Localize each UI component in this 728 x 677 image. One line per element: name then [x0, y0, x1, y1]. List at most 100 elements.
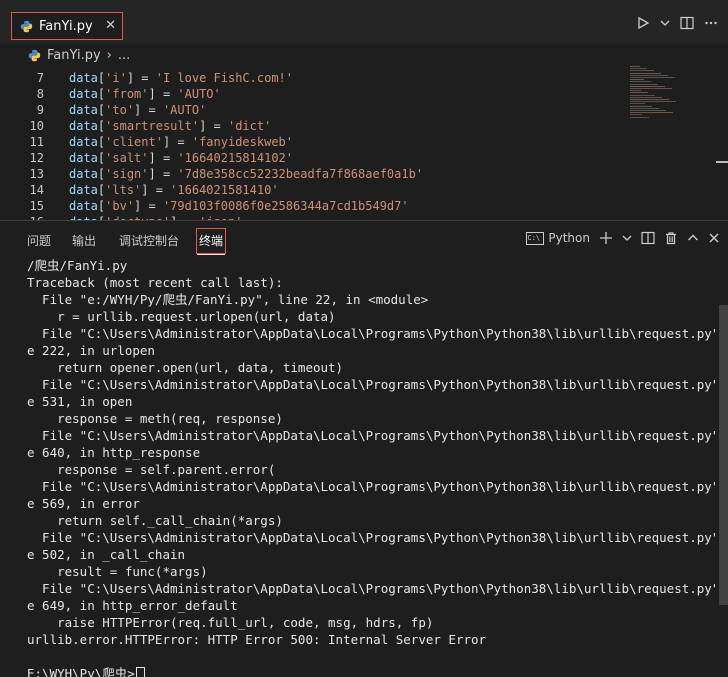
minimap-line: [630, 105, 652, 107]
terminal-scrollbar[interactable]: [719, 305, 728, 605]
line-number: 9: [36, 103, 44, 117]
code-line[interactable]: 8 data['from'] = 'AUTO': [0, 86, 221, 102]
shell-label: Python: [548, 231, 590, 245]
more-icon[interactable]: [704, 16, 718, 30]
code-assign: ] =: [162, 135, 192, 149]
code-assign: ] =: [148, 151, 178, 165]
code-var: data: [69, 87, 98, 101]
chevron-up-icon[interactable]: [687, 232, 699, 244]
minimap-line: [630, 92, 648, 94]
terminal-line: urllib.error.HTTPError: HTTP Error 500: …: [27, 632, 487, 647]
terminal-line: e 569, in error: [27, 496, 140, 511]
terminal-line: e 531, in open: [27, 394, 133, 409]
code-bracket-open: [: [97, 71, 106, 85]
minimap-line: [630, 83, 658, 85]
code-bracket-open: [: [97, 199, 106, 213]
terminal-line: File "C:\Users\Administrator\AppData\Loc…: [27, 581, 716, 596]
line-number: 7: [36, 71, 44, 85]
terminal-line: response = self.parent.error(: [27, 462, 276, 477]
code-bracket-open: [: [97, 103, 106, 117]
terminal-prompt: E:\WYH\Py\爬虫>: [27, 666, 135, 677]
code-key: 'lts': [105, 183, 142, 197]
terminal-line: File "e:/WYH/Py/爬虫/FanYi.py", line 22, i…: [27, 292, 429, 307]
minimap-line: [630, 90, 641, 92]
tab-terminal[interactable]: 终端: [196, 228, 227, 255]
split-terminal-icon[interactable]: [641, 231, 655, 245]
trash-icon[interactable]: [664, 231, 678, 245]
code-editor[interactable]: 7 data['i'] = 'I love FishC.com!' 8 data['f…: [0, 66, 728, 220]
tab-problems[interactable]: 问题: [27, 231, 51, 251]
split-editor-icon[interactable]: [680, 16, 694, 30]
terminal-output[interactable]: /爬虫/FanYi.py Traceback (most recent call …: [0, 257, 716, 677]
terminal-line: return opener.open(url, data, timeout): [27, 360, 344, 375]
minimap-line: [630, 72, 661, 74]
minimap-line: [630, 112, 673, 114]
chevron-down-icon[interactable]: [660, 18, 670, 28]
editor-tab-fanyi[interactable]: FanYi.py ✕: [11, 12, 123, 40]
line-number: 11: [29, 135, 44, 149]
editor-scrollbar-marker[interactable]: [716, 161, 728, 163]
terminal-shell-selector[interactable]: C:\ Python: [526, 231, 590, 245]
terminal-prompt-line[interactable]: E:\WYH\Py\爬虫>: [27, 665, 716, 677]
code-line[interactable]: 10 data['smartresult'] = 'dict': [0, 118, 272, 134]
code-line[interactable]: 15 data['bv'] = '79d103f0086f0e2586344a7c…: [0, 198, 409, 214]
code-value: '16640215814102': [177, 151, 293, 165]
code-assign: ] =: [148, 87, 178, 101]
terminal-line: r = urllib.request.urlopen(url, data): [27, 309, 336, 324]
run-icon[interactable]: [636, 16, 650, 30]
minimap-line: [630, 70, 654, 72]
terminal-line: /爬虫/FanYi.py: [27, 258, 128, 273]
tab-output[interactable]: 输出: [72, 231, 96, 251]
minimap-line: [630, 66, 640, 67]
line-number: 15: [29, 199, 44, 213]
minimap-line: [630, 114, 642, 116]
minimap-line: [630, 107, 659, 109]
line-number: 14: [29, 183, 44, 197]
terminal-line: e 222, in urlopen: [27, 343, 155, 358]
chevron-down-icon[interactable]: [622, 233, 632, 243]
terminal-line: File "C:\Users\Administrator\AppData\Loc…: [27, 377, 716, 392]
terminal-icon: C:\: [526, 231, 545, 245]
code-assign: ] =: [126, 71, 156, 85]
breadcrumb-file[interactable]: FanYi.py: [47, 48, 101, 63]
code-line[interactable]: 12 data['salt'] = '16640215814102': [0, 150, 293, 166]
code-key: 'i': [105, 71, 127, 85]
code-line[interactable]: 9 data['to'] = 'AUTO': [0, 102, 207, 118]
line-number: 13: [29, 167, 44, 181]
minimap-line: [630, 81, 651, 83]
tab-debug-console[interactable]: 调试控制台: [119, 231, 179, 251]
code-var: data: [69, 199, 98, 213]
code-line[interactable]: 13 data['sign'] = '7d8e358cc52232beadfa7f…: [0, 166, 424, 182]
code-line[interactable]: 7 data['i'] = 'I love FishC.com!': [0, 70, 293, 86]
code-line[interactable]: 14 data['lts'] = '1664021581410': [0, 182, 279, 198]
code-key: 'bv': [105, 199, 135, 213]
minimap-line: [630, 101, 676, 103]
terminal-line: e 640, in http_response: [27, 445, 201, 460]
close-tab-icon[interactable]: ✕: [105, 18, 116, 33]
terminal-line: raise HTTPError(req.full_url, code, msg,…: [27, 615, 434, 630]
code-var: data: [69, 71, 98, 85]
line-number: 8: [36, 87, 44, 101]
line-number: 10: [29, 119, 44, 133]
code-bracket-open: [: [97, 119, 106, 133]
code-value: '79d103f0086f0e2586344a7cd1b549d7': [162, 199, 409, 213]
code-var: data: [69, 151, 98, 165]
code-line[interactable]: 11 data['client'] = 'fanyideskweb': [0, 134, 293, 150]
minimap-line: [630, 68, 647, 70]
code-value: 'I love FishC.com!': [155, 71, 294, 85]
terminal-line: File "C:\Users\Administrator\AppData\Loc…: [27, 530, 716, 545]
code-value: 'fanyideskweb': [191, 135, 293, 149]
code-key: 'salt': [105, 151, 149, 165]
code-var: data: [69, 135, 98, 149]
plus-icon[interactable]: [599, 231, 613, 245]
code-assign: ] =: [134, 199, 163, 213]
terminal-line: e 649, in http_error_default: [27, 598, 238, 613]
terminal-line: return self._call_chain(*args): [27, 513, 283, 528]
code-var: data: [69, 167, 98, 181]
code-bracket-open: [: [97, 151, 106, 165]
code-key: 'client': [105, 135, 163, 149]
minimap[interactable]: [630, 66, 690, 126]
terminal-line: e 502, in _call_chain: [27, 547, 186, 562]
close-icon[interactable]: [708, 232, 720, 244]
breadcrumb-more[interactable]: ...: [118, 48, 130, 63]
